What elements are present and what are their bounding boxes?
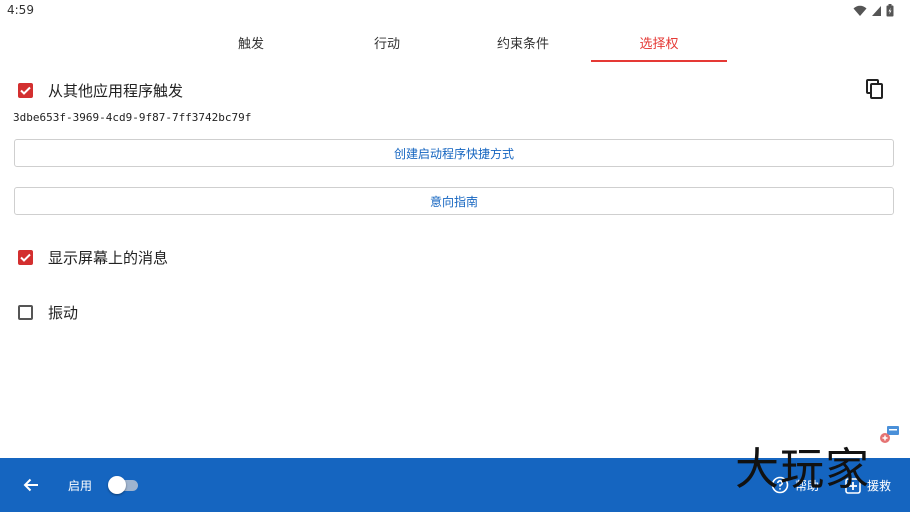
bottom-bar: 启用 帮助 援救 <box>0 458 910 512</box>
copy-button[interactable] <box>864 78 886 100</box>
tab-triggers[interactable]: 触发 <box>183 24 319 60</box>
help-button[interactable]: 帮助 <box>771 476 819 494</box>
tab-options[interactable]: 选择权 <box>591 24 727 62</box>
vibrate-row[interactable]: 振动 <box>18 302 78 323</box>
watermark-badge-icon <box>880 426 899 443</box>
show-message-label: 显示屏幕上的消息 <box>48 249 169 267</box>
intent-guide-button[interactable]: 意向指南 <box>14 187 894 215</box>
show-message-row[interactable]: 显示屏幕上的消息 <box>18 247 168 268</box>
check-icon <box>20 253 31 262</box>
signal-icon <box>872 5 881 16</box>
macro-uuid: 3dbe653f-3969-4cd9-9f87-7ff3742bc79f <box>13 111 252 124</box>
trigger-from-other-apps-checkbox[interactable] <box>18 83 33 98</box>
vibrate-label: 振动 <box>48 304 79 322</box>
help-icon <box>771 476 789 494</box>
trigger-from-other-apps-label: 从其他应用程序触发 <box>48 82 184 100</box>
tab-bar: 触发 行动 约束条件 选择权 <box>183 24 727 62</box>
arrow-back-icon <box>23 478 38 492</box>
tab-constraints[interactable]: 约束条件 <box>455 24 591 60</box>
enable-label: 启用 <box>68 479 93 493</box>
rescue-icon <box>845 478 861 494</box>
show-message-checkbox[interactable] <box>18 250 33 265</box>
toggle-thumb <box>108 476 126 494</box>
vibrate-checkbox[interactable] <box>18 305 33 320</box>
enable-toggle[interactable] <box>108 476 138 494</box>
status-time: 4:59 <box>7 3 34 17</box>
battery-icon <box>886 4 894 17</box>
rescue-label: 援救 <box>867 478 892 493</box>
status-icons <box>853 4 894 17</box>
check-icon <box>20 86 31 95</box>
status-bar: 4:59 <box>0 0 910 22</box>
rescue-button[interactable]: 援救 <box>845 476 891 494</box>
content-copy-icon <box>866 79 883 99</box>
tab-actions[interactable]: 行动 <box>319 24 455 60</box>
back-button[interactable] <box>21 475 41 495</box>
help-label: 帮助 <box>795 478 820 493</box>
wifi-icon <box>853 5 867 16</box>
create-launcher-shortcut-button[interactable]: 创建启动程序快捷方式 <box>14 139 894 167</box>
trigger-from-other-apps-row[interactable]: 从其他应用程序触发 <box>18 80 183 101</box>
